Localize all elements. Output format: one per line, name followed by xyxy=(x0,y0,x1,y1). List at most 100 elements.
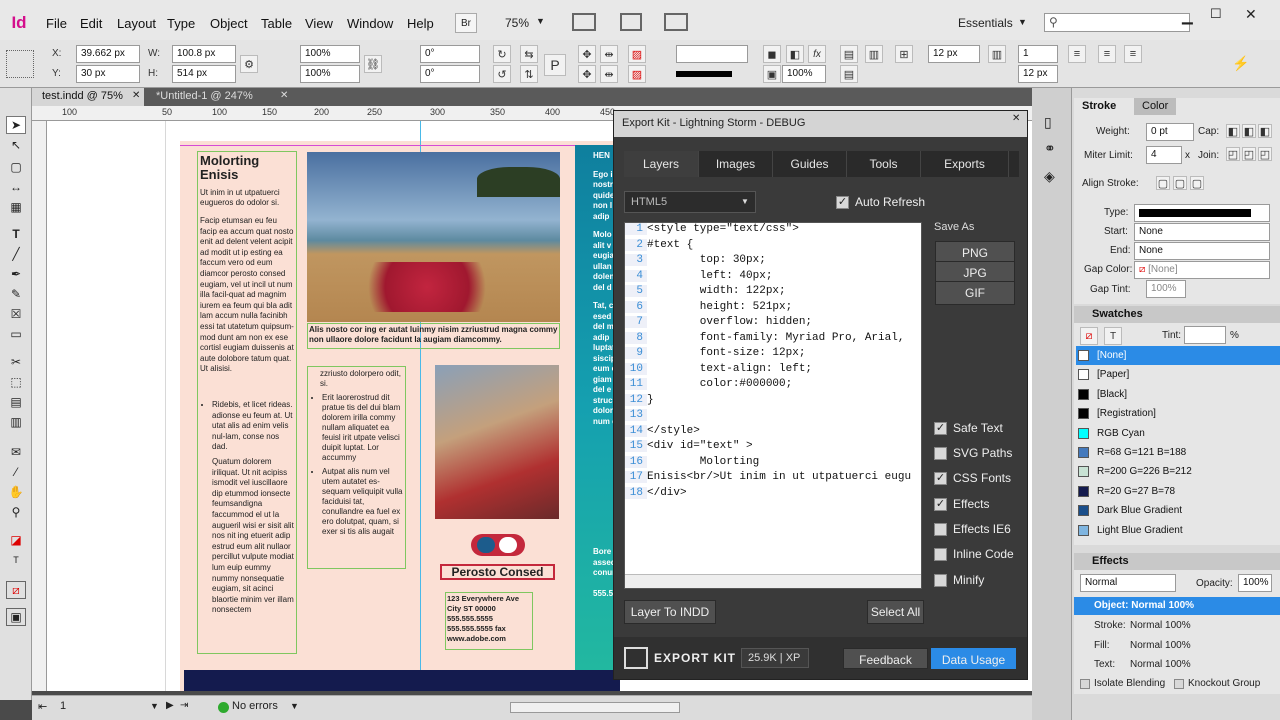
gap-tool-icon[interactable]: ↔ xyxy=(6,178,26,196)
tab-exports[interactable]: Exports xyxy=(921,151,1009,177)
select-content-icon[interactable]: ✥ xyxy=(578,65,596,83)
tab-layers[interactable]: Layers xyxy=(624,151,699,177)
format-select[interactable]: HTML5 ▼ xyxy=(624,191,756,213)
zoom-tool-icon[interactable]: ⚲ xyxy=(6,503,26,521)
option-checkbox[interactable]: Effects IE6 xyxy=(934,522,1011,536)
layer-to-indd-button[interactable]: Layer To INDD xyxy=(624,600,716,624)
code-scrollbar[interactable] xyxy=(625,574,921,588)
start-select[interactable]: None xyxy=(1134,223,1270,241)
stroke-type-preview[interactable] xyxy=(676,71,732,77)
content-collector-icon[interactable]: ▦ xyxy=(6,198,26,216)
swatch-row[interactable]: Dark Blue Gradient xyxy=(1076,501,1280,520)
gap-color-select[interactable]: ⧄ [None] xyxy=(1134,261,1270,279)
arrange-documents-icon[interactable] xyxy=(664,13,688,31)
option-checkbox[interactable]: ✓ CSS Fonts xyxy=(934,471,1011,485)
rectangle-tool-icon[interactable]: ▭ xyxy=(6,325,26,343)
text-frame[interactable]: zzriusto dolorpero odit, si. Erit laorer… xyxy=(307,366,406,569)
menu-object[interactable]: Object xyxy=(210,16,248,31)
pages-panel-icon[interactable]: ▯ xyxy=(1044,114,1052,131)
stroke-swatch-icon[interactable]: ▨ xyxy=(628,65,646,83)
data-usage-button[interactable]: Data Usage xyxy=(931,648,1016,669)
menu-window[interactable]: Window xyxy=(347,16,393,31)
minimize-button[interactable]: ▁ xyxy=(1182,8,1193,25)
frame-fitting-icon[interactable]: ⊞ xyxy=(895,45,913,63)
stroke-weight-field[interactable] xyxy=(676,45,748,63)
view-mode-icon[interactable]: ▣ xyxy=(6,608,26,626)
last-page-icon[interactable]: ⇥ xyxy=(180,700,188,711)
first-page-icon[interactable]: ⇤ xyxy=(38,700,47,713)
line-tool-icon[interactable]: ╱ xyxy=(6,245,26,263)
export-kit-title[interactable]: Export Kit - Lightning Storm - DEBUG xyxy=(614,111,1027,137)
square-cap-icon[interactable]: ◧ xyxy=(1258,124,1272,138)
search-input[interactable]: ⚲ xyxy=(1044,13,1190,32)
formatting-text-icon[interactable]: T xyxy=(1104,327,1122,345)
weight-field[interactable]: 0 pt xyxy=(1146,123,1194,141)
direct-selection-tool-icon[interactable]: ↖ xyxy=(6,136,26,154)
align-center-icon[interactable]: ≡ xyxy=(1098,45,1116,63)
zoom-dropdown-icon[interactable]: ▼ xyxy=(536,16,545,26)
tab-guides[interactable]: Guides xyxy=(773,151,847,177)
constrain-proportions-icon[interactable]: ⚙ xyxy=(240,55,258,73)
tint-field[interactable] xyxy=(1184,326,1226,344)
tab-close-icon[interactable]: ✕ xyxy=(280,90,288,101)
save-gif-button[interactable]: GIF xyxy=(935,281,1015,305)
swatch-row[interactable]: [Black] xyxy=(1076,385,1280,404)
zoom-level[interactable]: 75% xyxy=(505,16,529,30)
reference-point-icon[interactable] xyxy=(6,50,34,78)
text-frame[interactable]: Molorting Enisis Ut inim in ut utpatuerc… xyxy=(197,151,297,654)
tab-untitled[interactable]: *Untitled-1 @ 247% xyxy=(146,88,286,106)
fill-stroke-icon[interactable]: ◪ xyxy=(6,531,26,549)
gradient-tool-icon[interactable]: ▤ xyxy=(6,393,26,411)
free-transform-tool-icon[interactable]: ⬚ xyxy=(6,373,26,391)
rotate-cw-icon[interactable]: ↻ xyxy=(493,45,511,63)
close-button[interactable]: ✕ xyxy=(1245,6,1257,23)
scissors-tool-icon[interactable]: ✂ xyxy=(6,353,26,371)
y-field[interactable]: 30 px xyxy=(76,65,140,83)
align-top-icon[interactable]: ≡ xyxy=(1068,45,1086,63)
rotation-field[interactable]: 0° xyxy=(420,45,480,63)
scale-y-field[interactable]: 100% xyxy=(300,65,360,83)
effects-title[interactable]: Effects xyxy=(1084,553,1137,570)
swatch-row[interactable]: [None] xyxy=(1076,346,1280,365)
menu-layout[interactable]: Layout xyxy=(117,16,156,31)
option-checkbox[interactable]: SVG Paths xyxy=(934,446,1012,460)
select-previous-icon[interactable]: ⇹ xyxy=(600,45,618,63)
selection-tool-icon[interactable]: ➤ xyxy=(6,116,26,134)
opacity-field[interactable]: 100% xyxy=(782,65,826,83)
gap-tint-field[interactable]: 100% xyxy=(1146,280,1186,298)
stroke-type-select[interactable] xyxy=(1134,204,1270,222)
hand-tool-icon[interactable]: ✋ xyxy=(6,483,26,501)
swatch-row[interactable]: [Registration] xyxy=(1076,404,1280,423)
swatch-row[interactable]: R=20 G=27 B=78 xyxy=(1076,482,1280,501)
next-page-icon[interactable]: ▶ xyxy=(166,700,174,711)
effects-object-row[interactable]: Object: Normal 100% xyxy=(1074,597,1280,615)
apply-none-icon[interactable]: ⧄ xyxy=(6,581,26,599)
flip-v-icon[interactable]: ⇅ xyxy=(520,65,538,83)
page-number[interactable]: 1 xyxy=(60,700,66,712)
fill-swatch-icon[interactable]: ▨ xyxy=(628,45,646,63)
workspace-dropdown-icon[interactable]: ▼ xyxy=(1018,17,1027,27)
bevel-join-icon[interactable]: ◰ xyxy=(1258,147,1272,161)
end-select[interactable]: None xyxy=(1134,242,1270,260)
feedback-button[interactable]: Feedback xyxy=(843,648,928,669)
gradient-feather-tool-icon[interactable]: ▥ xyxy=(6,413,26,431)
effects-opacity-field[interactable]: 100% xyxy=(1238,574,1272,592)
swatch-row[interactable]: R=68 G=121 B=188 xyxy=(1076,443,1280,462)
feather-icon[interactable]: ◧ xyxy=(786,45,804,63)
fill-stroke-swatch-icon[interactable]: ⧄ xyxy=(1080,327,1098,345)
tab-stroke[interactable]: Stroke xyxy=(1074,98,1125,115)
swatch-row[interactable]: R=200 G=226 B=212 xyxy=(1076,462,1280,481)
format-text-icon[interactable]: T xyxy=(6,551,26,569)
option-checkbox[interactable]: Inline Code xyxy=(934,547,1014,561)
tab-tools[interactable]: Tools xyxy=(847,151,921,177)
column-gap-field[interactable]: 12 px xyxy=(1018,65,1058,83)
workspace-switcher[interactable]: Essentials xyxy=(958,16,1013,30)
maximize-button[interactable]: ☐ xyxy=(1210,6,1222,22)
option-checkbox[interactable]: Minify xyxy=(934,573,984,587)
menu-type[interactable]: Type xyxy=(167,16,195,31)
columns-field[interactable]: 1 xyxy=(1018,45,1058,63)
view-options-icon[interactable] xyxy=(572,13,596,31)
panel-close-icon[interactable]: ✕ xyxy=(1012,113,1020,124)
align-inside-stroke-icon[interactable]: ▢ xyxy=(1173,176,1187,190)
link-scale-icon[interactable]: ⛓ xyxy=(364,55,382,73)
